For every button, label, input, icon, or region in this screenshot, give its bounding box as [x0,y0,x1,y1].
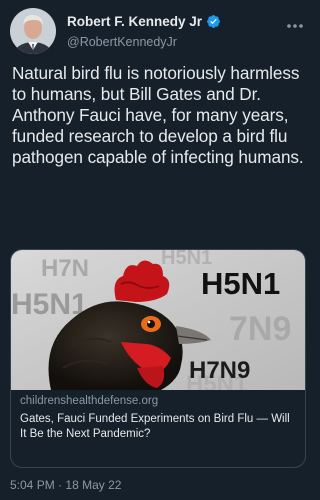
tweet-header: Robert F. Kennedy Jr @RobertKennedyJr [10,8,304,56]
card-title[interactable]: Gates, Fauci Funded Experiments on Bird … [20,412,298,442]
handle[interactable]: @RobertKennedyJr [67,35,177,49]
image-label-faded-right: 7N9 [229,310,291,348]
avatar-image [10,8,56,54]
more-dots-icon[interactable] [286,16,304,28]
tweet[interactable]: Robert F. Kennedy Jr @RobertKennedyJr Na… [0,0,314,500]
tweet-time: 5:04 PM [10,478,55,492]
link-card[interactable]: H7N H5N1 H5N1 7N9 H5N1 H5N1 H7N9 childre… [10,249,306,468]
meta-separator: · [58,478,63,492]
verified-badge-icon [206,14,221,29]
tweet-timestamp[interactable]: 5:04 PM · 18 May 22 [10,478,121,492]
image-label-main: H5N1 [201,266,280,301]
tweet-date: 18 May 22 [65,478,122,492]
card-domain: childrenshealthdefense.org [20,395,159,407]
card-image: H7N H5N1 H5N1 7N9 H5N1 H5N1 H7N9 [11,250,305,390]
name-row: Robert F. Kennedy Jr [67,14,221,29]
image-label-faded-top: H7N [41,255,89,282]
display-name[interactable]: Robert F. Kennedy Jr [67,14,202,29]
image-label-secondary: H7N9 [189,357,250,384]
avatar[interactable] [10,8,56,54]
tweet-text: Natural bird flu is notoriously harmless… [12,63,304,167]
